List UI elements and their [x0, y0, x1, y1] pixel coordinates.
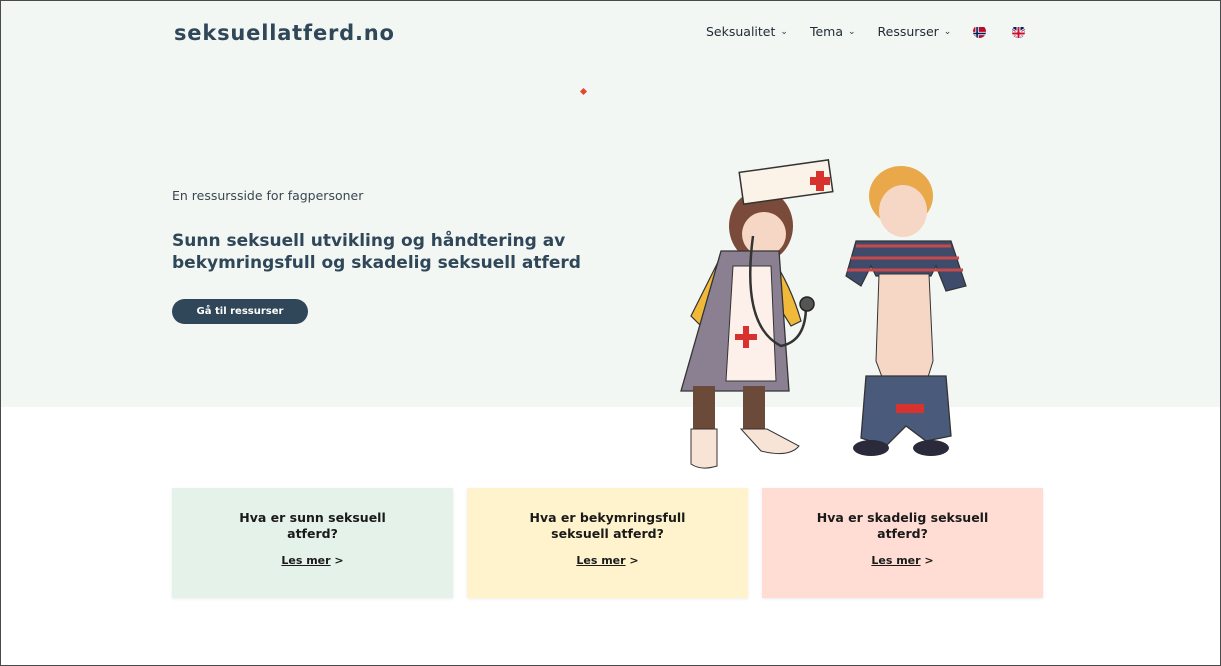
link-arrow: > [334, 554, 344, 567]
hero-tagline: En ressursside for fagpersoner [172, 188, 364, 203]
chevron-down-icon: ⌄ [780, 26, 788, 37]
go-to-resources-button[interactable]: Gå til ressurser [172, 299, 308, 324]
read-more-link[interactable]: Les mer > [762, 554, 1043, 567]
chevron-down-icon: ⌄ [848, 26, 856, 37]
link-arrow: > [629, 554, 639, 567]
card-harmful-behavior[interactable]: Hva er skadelig seksuell atferd? Les mer… [762, 488, 1043, 598]
nav-item-tema[interactable]: Tema ⌄ [810, 24, 856, 39]
card-concerning-behavior[interactable]: Hva er bekymringsfull seksuell atferd? L… [467, 488, 748, 598]
hero-background [1, 1, 1220, 407]
nav-label: Tema [809, 24, 843, 39]
uk-flag-icon[interactable] [1012, 25, 1026, 38]
nav-item-seksualitet[interactable]: Seksualitet ⌄ [706, 24, 788, 39]
girl-figure [680, 159, 834, 469]
card-healthy-behavior[interactable]: Hva er sunn seksuell atferd? Les mer > [172, 488, 453, 598]
nav-label: Ressurser [877, 24, 939, 39]
read-more-label: Les mer [871, 554, 921, 567]
main-nav: Seksualitet ⌄ Tema ⌄ Ressurser ⌄ [706, 24, 1051, 39]
read-more-link[interactable]: Les mer > [467, 554, 748, 567]
read-more-link[interactable]: Les mer > [172, 554, 453, 567]
boy-figure [845, 166, 967, 456]
card-title: Hva er sunn seksuell atferd? [239, 510, 386, 541]
read-more-label: Les mer [576, 554, 626, 567]
read-more-label: Les mer [281, 554, 331, 567]
nav-label: Seksualitet [706, 24, 776, 39]
chevron-down-icon: ⌄ [943, 26, 952, 37]
page: seksuellatferd.no Seksualitet ⌄ Tema ⌄ R… [0, 0, 1221, 666]
norwegian-flag-icon[interactable] [973, 25, 987, 38]
link-arrow: > [924, 554, 934, 567]
site-logo[interactable]: seksuellatferd.no [174, 21, 395, 45]
card-title: Hva er skadelig seksuell atferd? [816, 510, 989, 541]
children-illustration [680, 159, 967, 469]
hero-headline: Sunn seksuell utvikling og håndtering av… [172, 231, 581, 273]
card-title: Hva er bekymringsfull seksuell atferd? [529, 510, 686, 541]
nav-item-ressurser[interactable]: Ressurser ⌄ [878, 24, 952, 39]
